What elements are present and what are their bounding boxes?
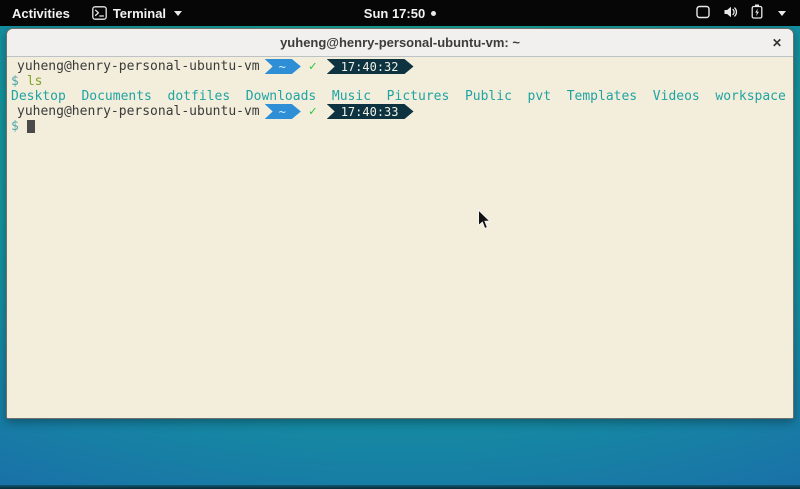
check-icon: ✓: [309, 59, 317, 74]
chevron-down-icon: [778, 11, 786, 16]
notification-dot-icon: [431, 11, 436, 16]
check-icon: ✓: [309, 104, 317, 119]
prompt-symbol: $: [9, 119, 19, 134]
battery-charging-icon: [751, 4, 763, 22]
activities-button[interactable]: Activities: [0, 0, 82, 26]
chevron-down-icon: [174, 11, 182, 16]
command-line: $ ls: [9, 74, 791, 89]
prompt-line: yuheng@henry-personal-ubuntu-vm ~ ✓ 17:4…: [9, 104, 791, 119]
prompt-time-segment: 17:40:33: [327, 104, 414, 119]
prompt-user-host: yuheng@henry-personal-ubuntu-vm: [9, 59, 260, 74]
terminal-window: yuheng@henry-personal-ubuntu-vm: ~ ✕ yuh…: [6, 28, 794, 419]
terminal-app-icon: [92, 6, 107, 20]
screen-icon: [696, 5, 710, 22]
volume-icon: [723, 5, 738, 22]
desktop-bottom-shade: [0, 485, 800, 489]
prompt-time-segment: 17:40:32: [327, 59, 414, 74]
ls-output-line: Desktop Documents dotfiles Downloads Mus…: [9, 89, 791, 104]
system-status-area[interactable]: [696, 0, 800, 26]
top-panel: Activities Terminal Sun 17:50: [0, 0, 800, 26]
window-title: yuheng@henry-personal-ubuntu-vm: ~: [280, 35, 520, 50]
text-cursor: [27, 120, 35, 133]
typed-command: ls: [27, 74, 43, 89]
prompt-dir-segment: ~: [265, 59, 301, 74]
clock-button[interactable]: Sun 17:50: [364, 6, 436, 21]
directory-list: Desktop Documents dotfiles Downloads Mus…: [9, 89, 786, 104]
close-icon[interactable]: ✕: [772, 37, 782, 49]
activities-label: Activities: [12, 6, 70, 21]
prompt-user-host: yuheng@henry-personal-ubuntu-vm: [9, 104, 260, 119]
clock-label: Sun 17:50: [364, 6, 425, 21]
terminal-screen[interactable]: yuheng@henry-personal-ubuntu-vm ~ ✓ 17:4…: [7, 57, 793, 418]
window-title-bar[interactable]: yuheng@henry-personal-ubuntu-vm: ~ ✕: [7, 29, 793, 57]
app-menu-label: Terminal: [113, 6, 166, 21]
command-line-active[interactable]: $: [9, 119, 791, 134]
prompt-symbol: $: [9, 74, 19, 89]
app-menu-terminal[interactable]: Terminal: [82, 0, 192, 26]
prompt-dir-segment: ~: [265, 104, 301, 119]
prompt-line: yuheng@henry-personal-ubuntu-vm ~ ✓ 17:4…: [9, 59, 791, 74]
